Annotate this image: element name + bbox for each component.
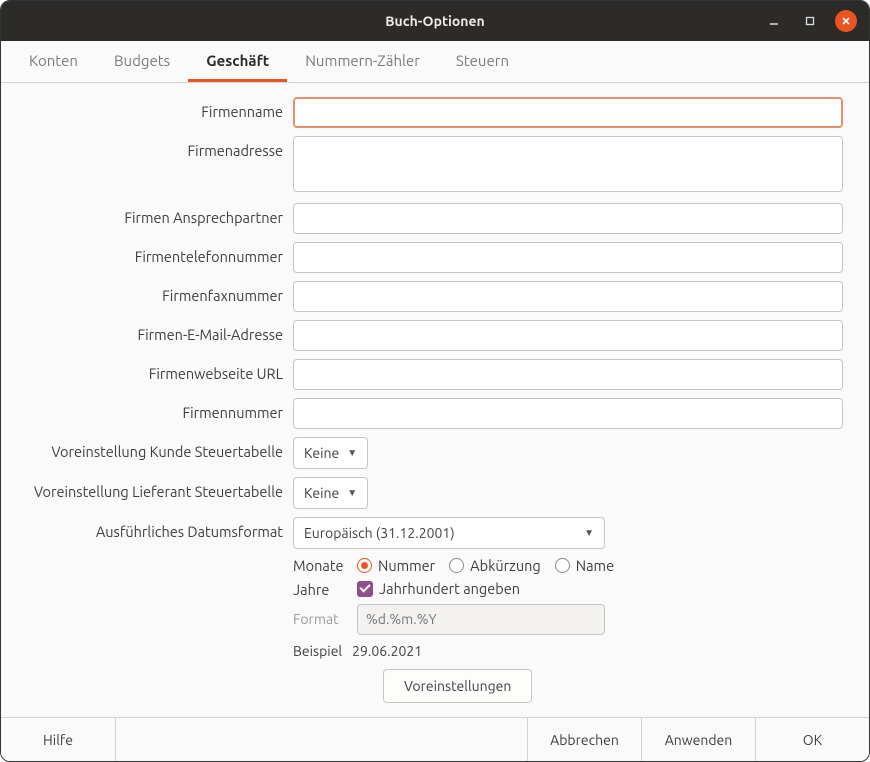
company-address-input[interactable] bbox=[293, 136, 843, 192]
company-contact-input[interactable] bbox=[293, 203, 843, 234]
format-label: Format bbox=[293, 611, 347, 627]
months-radios: Nummer Abkürzung Name bbox=[357, 557, 843, 574]
minimize-icon bbox=[768, 15, 780, 27]
bottombar-spacer bbox=[115, 718, 527, 761]
date-format-label: Ausführliches Datumsformat bbox=[27, 517, 283, 540]
maximize-icon bbox=[804, 15, 816, 27]
radio-icon bbox=[555, 558, 570, 573]
tabstrip: Konten Budgets Geschäft Nummern-Zähler S… bbox=[1, 41, 869, 83]
close-icon bbox=[840, 15, 852, 27]
company-email-input[interactable] bbox=[293, 320, 843, 351]
radio-icon bbox=[357, 558, 372, 573]
tab-content-geschaeft: Firmenname Firmenadresse Firmen Ansprech… bbox=[1, 83, 869, 717]
company-email-label: Firmen-E-Mail-Adresse bbox=[27, 320, 283, 343]
help-button[interactable]: Hilfe bbox=[1, 718, 115, 761]
company-name-input[interactable] bbox=[293, 97, 843, 128]
company-fax-label: Firmenfaxnummer bbox=[27, 281, 283, 304]
cust-tax-dropdown[interactable]: Keine ▼ bbox=[293, 437, 368, 469]
month-radio-name[interactable]: Name bbox=[555, 557, 614, 574]
company-id-label: Firmennummer bbox=[27, 398, 283, 421]
company-phone-input[interactable] bbox=[293, 242, 843, 273]
presets-button[interactable]: Voreinstellungen bbox=[383, 669, 532, 703]
tab-konten[interactable]: Konten bbox=[11, 42, 96, 82]
date-format-value: Europäisch (31.12.2001) bbox=[304, 525, 455, 541]
vendor-tax-dropdown[interactable]: Keine ▼ bbox=[293, 477, 368, 509]
titlebar: Buch-Optionen bbox=[1, 1, 869, 41]
window-controls bbox=[763, 1, 863, 41]
company-url-input[interactable] bbox=[293, 359, 843, 390]
company-phone-label: Firmentelefonnummer bbox=[27, 242, 283, 265]
date-format-options: Monate Nummer Abkürzung Name Jahre bbox=[293, 557, 843, 600]
date-format-dropdown[interactable]: Europäisch (31.12.2001) ▼ bbox=[293, 517, 605, 549]
chevron-down-icon: ▼ bbox=[347, 487, 357, 499]
month-radio-label: Abkürzung bbox=[470, 557, 541, 574]
vendor-tax-label: Voreinstellung Lieferant Steuertabelle bbox=[27, 477, 283, 500]
example-value: 29.06.2021 bbox=[352, 643, 422, 659]
chevron-down-icon: ▼ bbox=[584, 527, 594, 539]
months-label: Monate bbox=[293, 557, 357, 574]
tab-steuern[interactable]: Steuern bbox=[438, 42, 527, 82]
company-contact-label: Firmen Ansprechpartner bbox=[27, 203, 283, 226]
maximize-button[interactable] bbox=[799, 10, 821, 32]
radio-icon bbox=[449, 558, 464, 573]
century-label: Jahrhundert angeben bbox=[379, 580, 520, 597]
month-radio-abkuerzung[interactable]: Abkürzung bbox=[449, 557, 541, 574]
company-url-label: Firmenwebseite URL bbox=[27, 359, 283, 382]
window-title: Buch-Optionen bbox=[385, 13, 485, 29]
century-checkbox[interactable]: Jahrhundert angeben bbox=[357, 580, 520, 597]
cancel-button[interactable]: Abbrechen bbox=[527, 718, 641, 761]
company-fax-input[interactable] bbox=[293, 281, 843, 312]
cust-tax-label: Voreinstellung Kunde Steuertabelle bbox=[27, 437, 283, 460]
month-radio-label: Name bbox=[576, 557, 614, 574]
tab-nummern-zaehler[interactable]: Nummern-Zähler bbox=[287, 42, 438, 82]
minimize-button[interactable] bbox=[763, 10, 785, 32]
close-button[interactable] bbox=[835, 10, 857, 32]
month-radio-label: Nummer bbox=[378, 557, 435, 574]
checkbox-icon bbox=[357, 581, 373, 597]
years-label: Jahre bbox=[293, 581, 357, 598]
company-id-input[interactable] bbox=[293, 398, 843, 429]
company-address-label: Firmenadresse bbox=[27, 136, 283, 159]
company-name-label: Firmenname bbox=[27, 97, 283, 120]
format-string-input bbox=[357, 604, 605, 635]
options-window: Buch-Optionen Konten Budgets Geschäft Nu… bbox=[0, 0, 870, 762]
vendor-tax-value: Keine bbox=[304, 485, 339, 501]
example-label: Beispiel bbox=[293, 643, 342, 659]
apply-button[interactable]: Anwenden bbox=[641, 718, 755, 761]
month-radio-nummer[interactable]: Nummer bbox=[357, 557, 435, 574]
cust-tax-value: Keine bbox=[304, 445, 339, 461]
tab-budgets[interactable]: Budgets bbox=[96, 42, 188, 82]
tab-geschaeft[interactable]: Geschäft bbox=[188, 42, 287, 82]
chevron-down-icon: ▼ bbox=[347, 447, 357, 459]
bottom-bar: Hilfe Abbrechen Anwenden OK bbox=[1, 717, 869, 761]
ok-button[interactable]: OK bbox=[755, 718, 869, 761]
